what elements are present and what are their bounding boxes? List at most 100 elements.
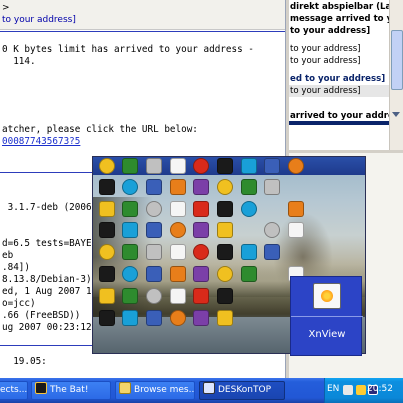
launcher-app-icon[interactable] (99, 266, 115, 282)
body-line: .66 (FreeBSD)) (2, 310, 81, 321)
message-row[interactable]: to your address] (289, 43, 389, 55)
message-row[interactable]: message arrived to your ad (289, 13, 389, 25)
taskbar-item-browse-messages[interactable]: Browse mes... (115, 381, 195, 400)
launcher-app-icon[interactable] (122, 266, 138, 282)
launcher-app-icon[interactable] (217, 244, 233, 260)
body-line: 0 K bytes limit has arrived to your addr… (2, 44, 254, 55)
launcher-app-icon[interactable] (99, 201, 115, 217)
launcher-app-icon[interactable] (217, 222, 233, 238)
launcher-app-icon[interactable] (170, 158, 186, 174)
body-line: 3.1.7-deb (2006-1 (2, 202, 103, 213)
launcher-app-icon[interactable] (99, 310, 115, 326)
scroll-down-arrow-icon[interactable] (392, 112, 400, 117)
launcher-app-icon[interactable] (122, 201, 138, 217)
launcher-app-icon[interactable] (193, 244, 209, 260)
launcher-app-icon[interactable] (146, 158, 162, 174)
launcher-app-icon[interactable] (99, 288, 115, 304)
header-divider (0, 31, 285, 32)
taskbar-item-projects[interactable]: ects... (0, 381, 28, 400)
launcher-app-icon[interactable] (241, 266, 257, 282)
launcher-app-icon[interactable] (264, 244, 280, 260)
launcher-app-icon[interactable] (146, 201, 162, 217)
clock[interactable]: 20:52 (367, 384, 393, 394)
launcher-app-icon[interactable] (241, 244, 257, 260)
launcher-app-icon[interactable] (193, 222, 209, 238)
launcher-app-icon[interactable] (193, 158, 209, 174)
launcher-app-icon[interactable] (122, 310, 138, 326)
folder-icon (119, 382, 131, 394)
launcher-app-icon[interactable] (146, 266, 162, 282)
xnview-launch-tile[interactable]: XnView (290, 276, 363, 356)
scrollbar-thumb[interactable] (391, 30, 403, 90)
body-line: eb (2, 250, 14, 261)
launcher-app-icon[interactable] (193, 201, 209, 217)
launcher-app-icon[interactable] (217, 288, 233, 304)
launcher-app-icon[interactable] (241, 158, 257, 174)
launcher-app-icon[interactable] (122, 179, 138, 195)
launcher-app-icon[interactable] (193, 266, 209, 282)
tile-separator (291, 316, 363, 317)
launcher-app-icon[interactable] (122, 158, 138, 174)
message-row[interactable]: to your address] (289, 25, 389, 37)
launcher-app-icon[interactable] (288, 222, 304, 238)
launcher-app-icon[interactable] (170, 244, 186, 260)
taskbar-item-label: DESKonTOP (218, 385, 272, 395)
launcher-app-icon[interactable] (217, 266, 233, 282)
launcher-app-icon[interactable] (217, 179, 233, 195)
launcher-app-icon[interactable] (241, 201, 257, 217)
launcher-app-icon[interactable] (288, 158, 304, 174)
body-line: 19.05: (2, 356, 47, 367)
launcher-app-icon[interactable] (217, 201, 233, 217)
launcher-app-icon[interactable] (170, 222, 186, 238)
message-row[interactable]: arrived to your address] (289, 110, 389, 122)
message-header: > to your address] (0, 0, 285, 30)
message-list-scrollbar[interactable] (389, 0, 403, 150)
launcher-app-icon[interactable] (122, 244, 138, 260)
launcher-app-icon[interactable] (170, 201, 186, 217)
message-row-selected[interactable]: to your address] (289, 85, 389, 97)
launcher-app-icon[interactable] (288, 201, 304, 217)
launcher-app-icon[interactable] (122, 288, 138, 304)
launcher-app-icon[interactable] (170, 310, 186, 326)
launcher-app-icon[interactable] (146, 222, 162, 238)
launcher-app-icon[interactable] (264, 222, 280, 238)
launcher-app-icon[interactable] (170, 288, 186, 304)
launcher-app-icon[interactable] (217, 158, 233, 174)
body-line: ug 2007 00:23:12 (2, 322, 92, 333)
body-link[interactable]: 000877435673?5 (2, 136, 80, 148)
launcher-app-icon[interactable] (146, 310, 162, 326)
tray-app-icon[interactable] (343, 385, 353, 395)
launcher-app-icon[interactable] (264, 179, 280, 195)
launcher-app-icon[interactable] (146, 288, 162, 304)
launcher-app-icon[interactable] (146, 244, 162, 260)
launcher-app-icon[interactable] (264, 158, 280, 174)
launcher-app-icon[interactable] (170, 179, 186, 195)
body-line: 114. (2, 56, 36, 67)
launcher-app-icon[interactable] (99, 244, 115, 260)
body-line: ed, 1 Aug 2007 16 (2, 286, 98, 297)
launcher-app-icon[interactable] (241, 179, 257, 195)
launcher-app-icon[interactable] (146, 179, 162, 195)
launcher-app-icon[interactable] (193, 179, 209, 195)
launcher-app-icon[interactable] (193, 310, 209, 326)
launcher-app-icon[interactable] (122, 222, 138, 238)
launcher-app-icon[interactable] (99, 179, 115, 195)
taskbar-item-label: The Bat! (50, 385, 89, 395)
taskbar-item-label: Browse mes... (134, 385, 195, 395)
taskbar-item-label: ects... (0, 385, 28, 395)
body-line: 8.13.8/Debian-3) (2, 274, 98, 285)
deskontop-icon (203, 382, 215, 394)
message-row[interactable]: direkt abspielbar (Large m (289, 1, 389, 13)
launcher-app-icon[interactable] (217, 310, 233, 326)
launcher-app-icon[interactable] (170, 266, 186, 282)
launcher-app-icon[interactable] (99, 158, 115, 174)
message-row[interactable]: to your address] (289, 55, 389, 67)
taskbar-item-thebat[interactable]: The Bat! (31, 381, 111, 400)
language-indicator[interactable]: EN (327, 384, 339, 394)
body-line: o=jcc) (2, 298, 36, 309)
message-row[interactable]: ed to your address] (289, 73, 389, 85)
taskbar-item-deskontop[interactable]: DESKonTOP (199, 381, 285, 400)
launcher-app-icon[interactable] (193, 288, 209, 304)
tray-mail-icon[interactable] (356, 385, 366, 395)
launcher-app-icon[interactable] (99, 222, 115, 238)
